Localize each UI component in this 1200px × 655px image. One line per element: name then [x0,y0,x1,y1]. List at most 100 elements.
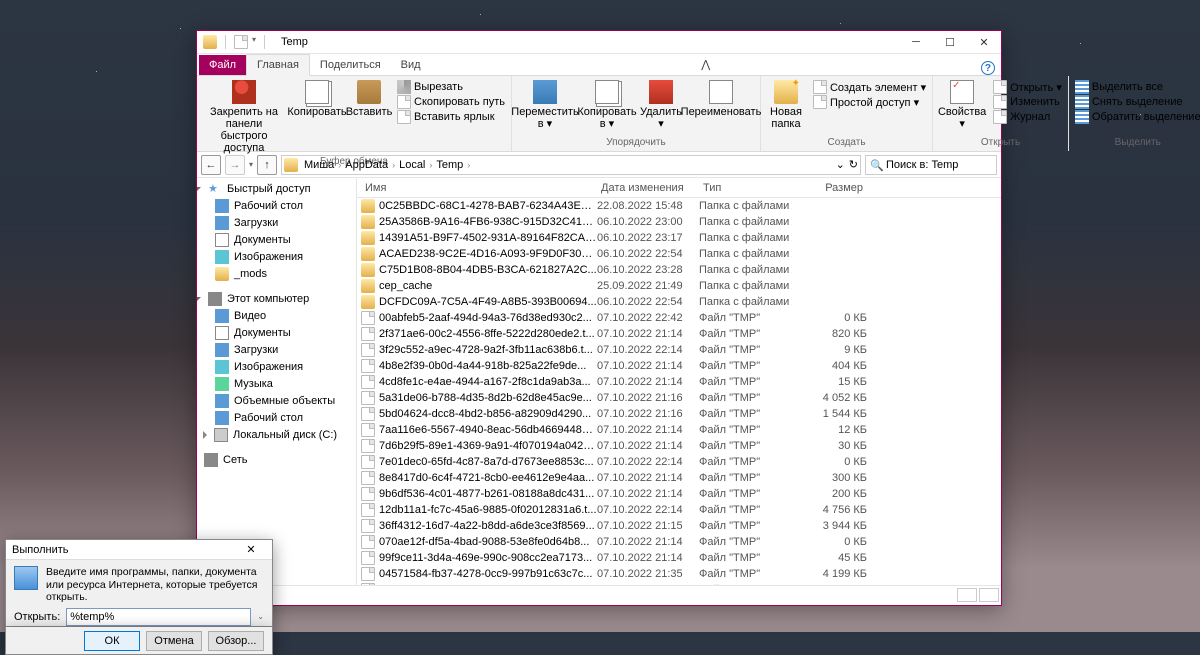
paste-button[interactable]: Вставить [347,78,391,120]
nav-pictures2[interactable]: Изображения [197,358,356,375]
nav-pictures[interactable]: Изображения [197,248,356,265]
file-row[interactable]: ACAED238-9C2E-4D16-A093-9F9D0F30A...06.1… [357,246,1001,262]
copypath-button[interactable]: Скопировать путь [395,95,507,109]
close-button[interactable]: ✕ [967,31,1001,54]
open-button[interactable]: Открыть ▾ [991,80,1064,94]
invert-button[interactable]: Обратить выделение [1073,110,1200,124]
file-date: 07.10.2022 21:14 [597,472,699,484]
crumb-3[interactable]: Temp [434,159,465,171]
cut-button[interactable]: Вырезать [395,80,507,94]
nav-localdisk[interactable]: Локальный диск (C:) [197,426,356,443]
col-size[interactable]: Размер [807,182,867,194]
crumb-0[interactable]: Миша [302,159,336,171]
file-row[interactable]: 9b6df536-4c01-4877-b261-08188a8dc431...0… [357,486,1001,502]
run-dropdown-icon[interactable]: ⌄ [257,612,264,621]
newfolder-button[interactable]: Новая папка [765,78,807,132]
ribbon-collapse-icon[interactable]: ⋀ [691,54,720,75]
nav-desktop[interactable]: Рабочий стол [197,197,356,214]
crumb-1[interactable]: AppData [343,159,390,171]
rename-button[interactable]: Переименовать [686,78,756,120]
nav-desktop2[interactable]: Рабочий стол [197,409,356,426]
nav-quick-access[interactable]: ★Быстрый доступ [197,180,356,197]
nav-mods[interactable]: _mods [197,265,356,282]
file-row[interactable]: 070ae12f-df5a-4bad-9088-53e8fe0d64b8...0… [357,534,1001,550]
address-bar[interactable]: Миша› AppData› Local› Temp› ⌄↻ [281,155,861,175]
copy-button[interactable]: Копировать [291,78,343,120]
view-details-button[interactable] [957,588,977,602]
file-row[interactable]: 00abfeb5-2aaf-494d-94a3-76d38ed930c2...0… [357,310,1001,326]
file-row[interactable]: C75D1B08-8B04-4DB5-B3CA-621827A2C...06.1… [357,262,1001,278]
tab-file[interactable]: Файл [199,55,246,75]
nav-up-button[interactable]: ↑ [257,155,277,175]
crumb-2[interactable]: Local [397,159,427,171]
file-row[interactable]: 7e01dec0-65fd-4c87-8a7d-d7673ee8853c...0… [357,454,1001,470]
newitem-button[interactable]: Создать элемент ▾ [811,80,928,94]
addr-dropdown-icon[interactable]: ⌄ [836,158,845,171]
maximize-button[interactable]: ☐ [933,31,967,54]
copyto-button[interactable]: Копировать в ▾ [578,78,636,132]
file-row[interactable]: 7d6b29f5-89e1-4369-9a91-4f070194a042.t..… [357,438,1001,454]
addr-refresh-icon[interactable]: ↻ [849,158,858,171]
file-row[interactable]: 99f9ce11-3d4a-469e-990c-908cc2ea7173...0… [357,550,1001,566]
properties-button[interactable]: Свойства ▾ [937,78,987,132]
column-headers[interactable]: Имя Дата изменения Тип Размер [357,178,1001,198]
minimize-button[interactable]: ─ [899,31,933,54]
file-row[interactable]: DCFDC09A-7C5A-4F49-A8B5-393B00694...06.1… [357,294,1001,310]
nav-downloads[interactable]: Загрузки [197,214,356,231]
tab-home[interactable]: Главная [246,54,310,76]
selectall-button[interactable]: Выделить все [1073,80,1200,94]
run-ok-button[interactable]: ОК [84,631,140,651]
easyaccess-button[interactable]: Простой доступ ▾ [811,95,928,109]
edit-button[interactable]: Изменить [991,95,1064,109]
search-input[interactable]: 🔍 Поиск в: Temp [865,155,997,175]
col-type[interactable]: Тип [699,182,807,194]
run-close-button[interactable]: ✕ [236,543,266,556]
help-icon[interactable]: ? [981,61,995,75]
file-list[interactable]: 0C25BBDC-68C1-4278-BAB7-6234A43ED...22.0… [357,198,1001,605]
col-name[interactable]: Имя [361,182,597,194]
file-row[interactable]: 7aa116e6-5567-4940-8eac-56db46694489...0… [357,422,1001,438]
file-row[interactable]: 5bd04624-dcc8-4bd2-b856-a82909d4290...07… [357,406,1001,422]
file-row[interactable]: 8e8417d0-6c4f-4721-8cb0-ee4612e9e4aa...0… [357,470,1001,486]
nav-history-dropdown[interactable]: ▾ [249,160,253,169]
file-row[interactable]: 4cd8fe1c-e4ae-4944-a167-2f8c1da9ab3a...0… [357,374,1001,390]
qat-icon[interactable] [234,35,248,49]
nav-forward-button[interactable]: → [225,155,245,175]
run-cancel-button[interactable]: Отмена [146,631,202,651]
nav-documents[interactable]: Документы [197,231,356,248]
file-row[interactable]: 5a31de06-b788-4d35-8d2b-62d8e45ac9e...07… [357,390,1001,406]
qat-dropdown-icon[interactable]: ▾ [252,35,256,49]
file-row[interactable]: 04571584-fb37-4278-0cc9-997b91c63c7c...0… [357,566,1001,582]
nav-downloads2[interactable]: Загрузки [197,341,356,358]
file-row[interactable]: cep_cache25.09.2022 21:49Папка с файлами [357,278,1001,294]
run-input[interactable] [66,608,251,626]
file-row[interactable]: 14391A51-B9F7-4502-931A-89164F82CA2106.1… [357,230,1001,246]
titlebar[interactable]: ▾ Temp ─ ☐ ✕ [197,31,1001,54]
selectnone-button[interactable]: Снять выделение [1073,95,1200,109]
moveto-button[interactable]: Переместить в ▾ [516,78,574,132]
tab-share[interactable]: Поделиться [310,55,391,75]
file-row[interactable]: 4b8e2f39-0b0d-4a44-918b-825a22fe9de...07… [357,358,1001,374]
nav-3dobjects[interactable]: Объемные объекты [197,392,356,409]
file-row[interactable]: 25A3586B-9A16-4FB6-938C-915D32C41C1206.1… [357,214,1001,230]
nav-music[interactable]: Музыка [197,375,356,392]
tab-view[interactable]: Вид [391,55,431,75]
nav-network[interactable]: Сеть [197,451,356,468]
nav-back-button[interactable]: ← [201,155,221,175]
run-browse-button[interactable]: Обзор... [208,631,264,651]
col-date[interactable]: Дата изменения [597,182,699,194]
view-icons-button[interactable] [979,588,999,602]
delete-button[interactable]: Удалить ▾ [640,78,682,132]
pin-button[interactable]: Закрепить на панели быстрого доступа [201,78,287,156]
file-row[interactable]: 0C25BBDC-68C1-4278-BAB7-6234A43ED...22.0… [357,198,1001,214]
run-titlebar[interactable]: Выполнить ✕ [6,540,272,560]
file-row[interactable]: 3f29c552-a9ec-4728-9a2f-3fb11ac638b6.t..… [357,342,1001,358]
history-button[interactable]: Журнал [991,110,1064,124]
file-row[interactable]: 12db11a1-fc7c-45a6-9885-0f02012831a6.t..… [357,502,1001,518]
nav-video[interactable]: Видео [197,307,356,324]
file-row[interactable]: 2f371ae6-00c2-4556-8ffe-5222d280ede2.t..… [357,326,1001,342]
file-row[interactable]: 36ff4312-16d7-4a22-b8dd-a6de3ce3f8569...… [357,518,1001,534]
nav-this-pc[interactable]: Этот компьютер [197,290,356,307]
pasteshortcut-button[interactable]: Вставить ярлык [395,110,507,124]
nav-documents2[interactable]: Документы [197,324,356,341]
